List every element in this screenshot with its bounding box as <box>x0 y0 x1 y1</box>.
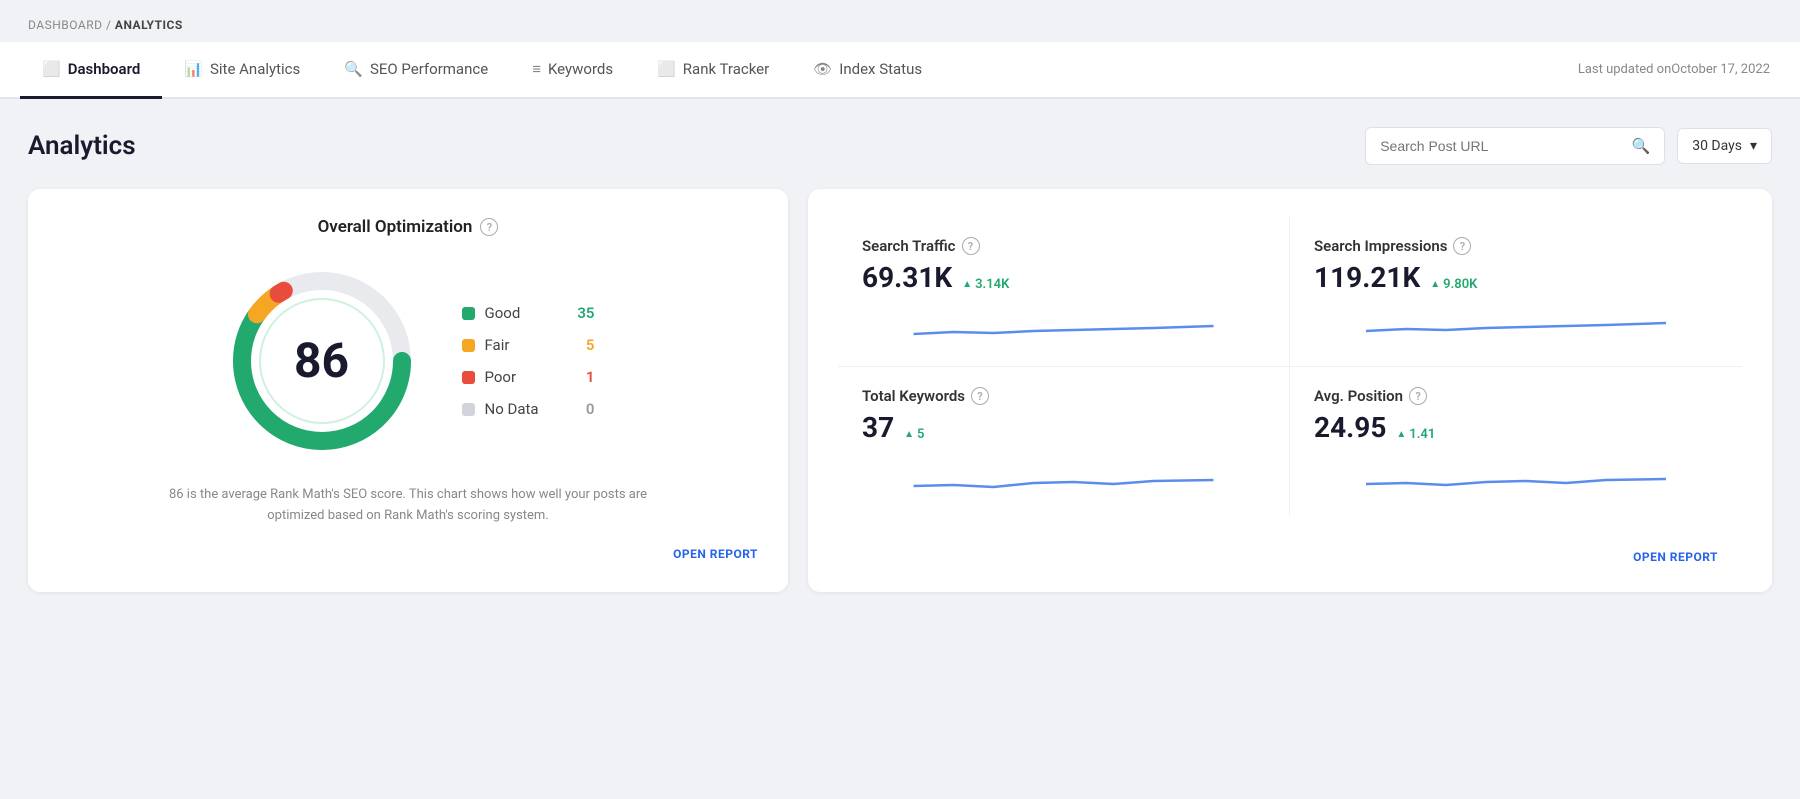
days-dropdown-label: 30 Days <box>1692 138 1742 154</box>
site-analytics-icon: 📊 <box>184 60 203 78</box>
donut-chart: 86 <box>222 261 422 461</box>
legend-good-value: 35 <box>575 304 595 322</box>
search-impressions-delta: 9.80K <box>1430 277 1477 292</box>
breadcrumb-separator: / <box>106 18 111 32</box>
tab-rank-tracker[interactable]: ⬜ Rank Tracker <box>635 42 791 99</box>
metrics-card: Search Traffic ? 69.31K 3.14K Search Imp… <box>808 189 1772 592</box>
search-impressions-value: 119.21K <box>1314 261 1420 294</box>
avg-position-sparkline <box>1314 456 1718 496</box>
total-keywords-value: 37 <box>862 411 894 444</box>
donut-center: 86 <box>294 337 349 385</box>
search-traffic-label: Search Traffic ? <box>862 237 1265 255</box>
metric-avg-position: Avg. Position ? 24.95 1.41 <box>1290 367 1742 516</box>
search-url-input[interactable] <box>1380 138 1623 154</box>
tabs-list: ⬜ Dashboard 📊 Site Analytics 🔍 SEO Perfo… <box>20 42 944 97</box>
optimization-description: 86 is the average Rank Math's SEO score.… <box>158 485 658 527</box>
metrics-footer: OPEN REPORT <box>838 516 1742 564</box>
chevron-down-icon: ▾ <box>1750 138 1757 154</box>
breadcrumb: DASHBOARD / ANALYTICS <box>0 0 1800 42</box>
dashboard-icon: ⬜ <box>42 60 61 78</box>
tab-site-analytics[interactable]: 📊 Site Analytics <box>162 42 322 99</box>
open-report-right-button[interactable]: OPEN REPORT <box>862 550 1718 564</box>
search-icon: 🔍 <box>1632 137 1651 155</box>
legend-nodata-value: 0 <box>575 400 595 418</box>
tab-dashboard[interactable]: ⬜ Dashboard <box>20 42 162 99</box>
legend-good-label: Good <box>485 304 565 322</box>
optimization-card: Overall Optimization ? <box>28 189 788 592</box>
legend-poor: Poor 1 <box>462 368 595 386</box>
optimization-legend: Good 35 Fair 5 Poor 1 N <box>462 304 595 418</box>
legend-fair: Fair 5 <box>462 336 595 354</box>
tab-dashboard-label: Dashboard <box>68 60 141 78</box>
search-impressions-value-row: 119.21K 9.80K <box>1314 261 1718 294</box>
search-traffic-value: 69.31K <box>862 261 952 294</box>
last-updated-date: October 17, 2022 <box>1671 60 1770 80</box>
metric-search-traffic: Search Traffic ? 69.31K 3.14K <box>838 217 1290 367</box>
search-traffic-help-icon[interactable]: ? <box>962 237 980 255</box>
total-keywords-value-row: 37 5 <box>862 411 1265 444</box>
tab-site-analytics-label: Site Analytics <box>210 60 300 78</box>
tab-keywords[interactable]: ≡ Keywords <box>510 42 635 99</box>
search-traffic-sparkline <box>862 306 1265 346</box>
metric-search-impressions: Search Impressions ? 119.21K 9.80K <box>1290 217 1742 367</box>
rank-tracker-icon: ⬜ <box>657 60 676 78</box>
legend-fair-label: Fair <box>485 336 565 354</box>
total-keywords-delta: 5 <box>904 427 924 442</box>
legend-nodata: No Data 0 <box>462 400 595 418</box>
last-updated-label: Last updated on <box>1578 60 1671 80</box>
tab-seo-performance-label: SEO Performance <box>370 60 488 78</box>
tab-seo-performance[interactable]: 🔍 SEO Performance <box>322 42 510 99</box>
total-keywords-help-icon[interactable]: ? <box>971 387 989 405</box>
optimization-body: 86 Good 35 Fair 5 <box>58 261 758 461</box>
seo-icon: 🔍 <box>344 60 363 78</box>
legend-poor-value: 1 <box>575 368 595 386</box>
legend-good: Good 35 <box>462 304 595 322</box>
page-title: Analytics <box>28 131 136 161</box>
cards-row: Overall Optimization ? <box>28 189 1772 592</box>
search-impressions-sparkline <box>1314 306 1718 346</box>
tab-index-status[interactable]: 👁 Index Status <box>791 42 944 99</box>
tab-index-status-label: Index Status <box>839 60 922 78</box>
legend-fair-value: 5 <box>575 336 595 354</box>
search-traffic-delta: 3.14K <box>962 277 1009 292</box>
index-status-icon: 👁 <box>813 60 832 78</box>
avg-position-delta: 1.41 <box>1396 427 1435 442</box>
keywords-icon: ≡ <box>532 60 541 78</box>
avg-position-help-icon[interactable]: ? <box>1409 387 1427 405</box>
tab-keywords-label: Keywords <box>548 60 613 78</box>
avg-position-value-row: 24.95 1.41 <box>1314 411 1718 444</box>
tab-rank-tracker-label: Rank Tracker <box>683 60 769 78</box>
last-updated: Last updated on October 17, 2022 <box>1568 42 1780 97</box>
days-dropdown[interactable]: 30 Days ▾ <box>1677 128 1772 164</box>
breadcrumb-current: ANALYTICS <box>115 18 183 32</box>
avg-position-label: Avg. Position ? <box>1314 387 1718 405</box>
tabs-bar: ⬜ Dashboard 📊 Site Analytics 🔍 SEO Perfo… <box>0 42 1800 99</box>
donut-score: 86 <box>294 332 349 389</box>
search-traffic-value-row: 69.31K 3.14K <box>862 261 1265 294</box>
breadcrumb-base: DASHBOARD <box>28 18 102 32</box>
legend-poor-label: Poor <box>485 368 565 386</box>
total-keywords-sparkline <box>862 456 1265 496</box>
legend-poor-dot <box>462 371 475 384</box>
avg-position-value: 24.95 <box>1314 411 1386 444</box>
header-controls: 🔍 30 Days ▾ <box>1365 127 1772 165</box>
legend-good-dot <box>462 307 475 320</box>
search-url-box[interactable]: 🔍 <box>1365 127 1665 165</box>
main-content: Analytics 🔍 30 Days ▾ Overall Optimizati… <box>0 99 1800 612</box>
legend-nodata-dot <box>462 403 475 416</box>
optimization-help-icon[interactable]: ? <box>480 218 498 236</box>
metric-total-keywords: Total Keywords ? 37 5 <box>838 367 1290 516</box>
metrics-grid: Search Traffic ? 69.31K 3.14K Search Imp… <box>838 217 1742 516</box>
optimization-title: Overall Optimization ? <box>58 217 758 237</box>
legend-nodata-label: No Data <box>485 400 565 418</box>
search-impressions-label: Search Impressions ? <box>1314 237 1718 255</box>
open-report-left-button[interactable]: OPEN REPORT <box>58 547 758 561</box>
legend-fair-dot <box>462 339 475 352</box>
total-keywords-label: Total Keywords ? <box>862 387 1265 405</box>
search-impressions-help-icon[interactable]: ? <box>1453 237 1471 255</box>
page-header: Analytics 🔍 30 Days ▾ <box>28 127 1772 165</box>
